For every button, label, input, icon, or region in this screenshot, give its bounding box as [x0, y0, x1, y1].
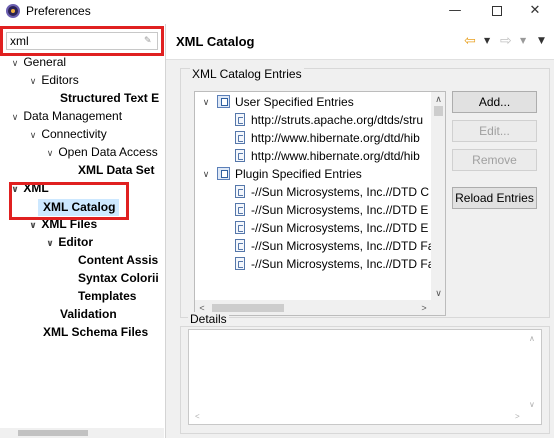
- scroll-right-icon[interactable]: >: [417, 300, 431, 315]
- entry-label: http://struts.apache.org/dtds/stru: [251, 113, 424, 127]
- entry-label: http://www.hibernate.org/dtd/hib: [251, 131, 420, 145]
- dtd-file-icon: [235, 257, 245, 270]
- tree-item-xml-data-set[interactable]: XML Data Set: [78, 162, 154, 180]
- remove-button[interactable]: Remove: [452, 149, 537, 171]
- tree-item-label: Editor: [58, 235, 94, 249]
- tree-item-general[interactable]: ∨ General: [10, 56, 66, 72]
- catalog-horizontal-scrollbar[interactable]: < >: [195, 300, 431, 315]
- entry-label: -//Sun Microsystems, Inc.//DTD Fa: [251, 257, 435, 271]
- entry-label: -//Sun Microsystems, Inc.//DTD E: [251, 221, 429, 235]
- window-title: Preferences: [26, 4, 91, 18]
- chevron-down-icon[interactable]: ∨: [45, 145, 55, 162]
- tree-item-label: Open Data Access: [58, 145, 158, 159]
- page-nav-toolbar: ⇦ ▼ ⇨ ▼ ▼: [464, 32, 552, 50]
- chevron-down-icon[interactable]: ∨: [45, 235, 55, 252]
- group-label: User Specified Entries: [235, 95, 354, 109]
- dtd-file-icon: [235, 149, 245, 162]
- tree-horizontal-scrollbar[interactable]: [0, 428, 164, 438]
- scroll-thumb[interactable]: [18, 430, 88, 436]
- tree-item-syntax-coloring[interactable]: Syntax Colorii: [78, 270, 159, 288]
- entry-label: -//Sun Microsystems, Inc.//DTD E: [251, 203, 429, 217]
- entry-label: -//Sun Microsystems, Inc.//DTD C: [251, 185, 430, 199]
- tree-item-label: Content Assis: [78, 253, 159, 267]
- dtd-file-icon: [235, 239, 245, 252]
- edit-button[interactable]: Edit...: [452, 120, 537, 142]
- chevron-down-icon[interactable]: ∨: [10, 56, 20, 72]
- tree-item-open-data-access[interactable]: ∨ Open Data Access: [45, 144, 158, 162]
- catalog-vertical-scrollbar[interactable]: ∧ ∨: [431, 92, 445, 300]
- maximize-icon: [492, 6, 502, 16]
- tree-item-data-management[interactable]: ∨ Data Management: [10, 108, 122, 126]
- preference-tree: ∨ General ∨ Editors Structured Text E ∨ …: [0, 56, 164, 426]
- dtd-file-icon: [235, 203, 245, 216]
- minimize-button[interactable]: —: [432, 0, 478, 24]
- page-header: XML Catalog ⇦ ▼ ⇨ ▼ ▼: [166, 24, 554, 60]
- scroll-up-icon[interactable]: ∧: [529, 334, 535, 343]
- forward-arrow-icon[interactable]: ⇨: [500, 32, 512, 50]
- tree-item-structured-text-editors[interactable]: Structured Text E: [60, 90, 159, 108]
- add-button[interactable]: Add...: [452, 91, 537, 113]
- chevron-down-icon[interactable]: ∨: [10, 109, 20, 126]
- tree-item-connectivity[interactable]: ∨ Connectivity: [28, 126, 107, 144]
- tree-item-templates[interactable]: Templates: [78, 288, 136, 306]
- tree-item-label: Syntax Colorii: [78, 271, 159, 285]
- catalog-entries-tree[interactable]: ∨ User Specified Entries http://struts.a…: [194, 91, 446, 316]
- catalog-folder-icon: [217, 167, 230, 180]
- tree-item-label: Connectivity: [41, 127, 107, 141]
- plugin-entries-group[interactable]: ∨ Plugin Specified Entries: [195, 165, 431, 183]
- chevron-down-icon[interactable]: ∨: [28, 73, 38, 90]
- group-label: Plugin Specified Entries: [235, 167, 362, 181]
- filter-input[interactable]: [6, 32, 158, 50]
- xml-catalog-highlight-box: [9, 182, 129, 220]
- preference-page: XML Catalog ⇦ ▼ ⇨ ▼ ▼ XML Catalog Entrie…: [166, 24, 554, 438]
- scroll-thumb[interactable]: [212, 304, 284, 312]
- tree-item-label: XML Schema Files: [43, 325, 149, 339]
- user-entries-group[interactable]: ∨ User Specified Entries: [195, 93, 431, 111]
- eclipse-app-icon: [6, 4, 20, 18]
- tree-item-label: Templates: [78, 289, 137, 303]
- tree-item-editors[interactable]: ∨ Editors: [28, 72, 79, 90]
- chevron-down-icon[interactable]: ∨: [201, 93, 211, 111]
- tree-item-content-assist[interactable]: Content Assis: [78, 252, 158, 270]
- catalog-folder-icon: [217, 95, 230, 108]
- tree-item-label: Data Management: [23, 109, 123, 123]
- filter-highlight-box: ✎: [0, 26, 164, 56]
- scroll-up-icon[interactable]: ∧: [431, 92, 445, 106]
- scroll-down-icon[interactable]: ∨: [431, 286, 445, 300]
- tree-item-label: XML Data Set: [78, 163, 155, 177]
- entry-label: -//Sun Microsystems, Inc.//DTD Fa: [251, 239, 435, 253]
- clear-filter-icon[interactable]: ✎: [144, 35, 154, 45]
- back-arrow-icon[interactable]: ⇦: [464, 32, 476, 50]
- close-button[interactable]: ✕: [512, 0, 554, 24]
- view-menu-icon[interactable]: ▼: [538, 32, 545, 50]
- chevron-down-icon[interactable]: ∨: [28, 127, 38, 144]
- dtd-file-icon: [235, 185, 245, 198]
- chevron-down-icon[interactable]: ∨: [201, 165, 211, 183]
- title-bar: Preferences — ✕: [0, 0, 554, 24]
- details-label: Details: [188, 312, 229, 326]
- tree-item-editor[interactable]: ∨ Editor: [45, 234, 93, 252]
- tree-item-label: General: [23, 56, 67, 69]
- reload-entries-button[interactable]: Reload Entries: [452, 187, 537, 209]
- scroll-down-icon[interactable]: ∨: [529, 400, 535, 409]
- dtd-file-icon: [235, 221, 245, 234]
- details-text-area[interactable]: ∧ ∨ < >: [188, 329, 542, 425]
- entry-label: http://www.hibernate.org/dtd/hib: [251, 149, 420, 163]
- scroll-left-icon[interactable]: <: [195, 412, 200, 421]
- tree-item-xml-schema-files[interactable]: XML Schema Files: [43, 324, 148, 342]
- dtd-file-icon: [235, 131, 245, 144]
- scroll-right-icon[interactable]: >: [515, 412, 520, 421]
- tree-item-label: Structured Text E: [60, 91, 160, 105]
- dtd-file-icon: [235, 113, 245, 126]
- page-title: XML Catalog: [176, 34, 255, 49]
- scrollbar-corner: [431, 300, 445, 315]
- scroll-thumb[interactable]: [434, 106, 443, 116]
- forward-dropdown-icon[interactable]: ▼: [520, 32, 526, 50]
- tree-item-label: Validation: [60, 307, 117, 321]
- catalog-entries-label: XML Catalog Entries: [190, 67, 304, 81]
- tree-item-validation[interactable]: Validation: [60, 306, 117, 324]
- tree-item-label: Editors: [41, 73, 79, 87]
- back-dropdown-icon[interactable]: ▼: [484, 32, 490, 50]
